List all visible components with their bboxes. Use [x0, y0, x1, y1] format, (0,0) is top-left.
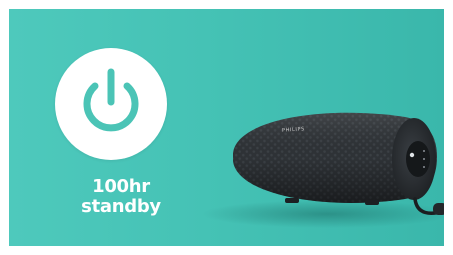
power-icon	[83, 68, 139, 132]
promo-banner: 100hr standby PHILIPS	[9, 9, 444, 246]
power-badge	[55, 48, 167, 160]
speaker-image	[233, 112, 444, 215]
standby-label-text: standby	[81, 196, 161, 217]
control-ring	[406, 141, 430, 177]
standby-hours-text: 100hr	[92, 176, 150, 197]
